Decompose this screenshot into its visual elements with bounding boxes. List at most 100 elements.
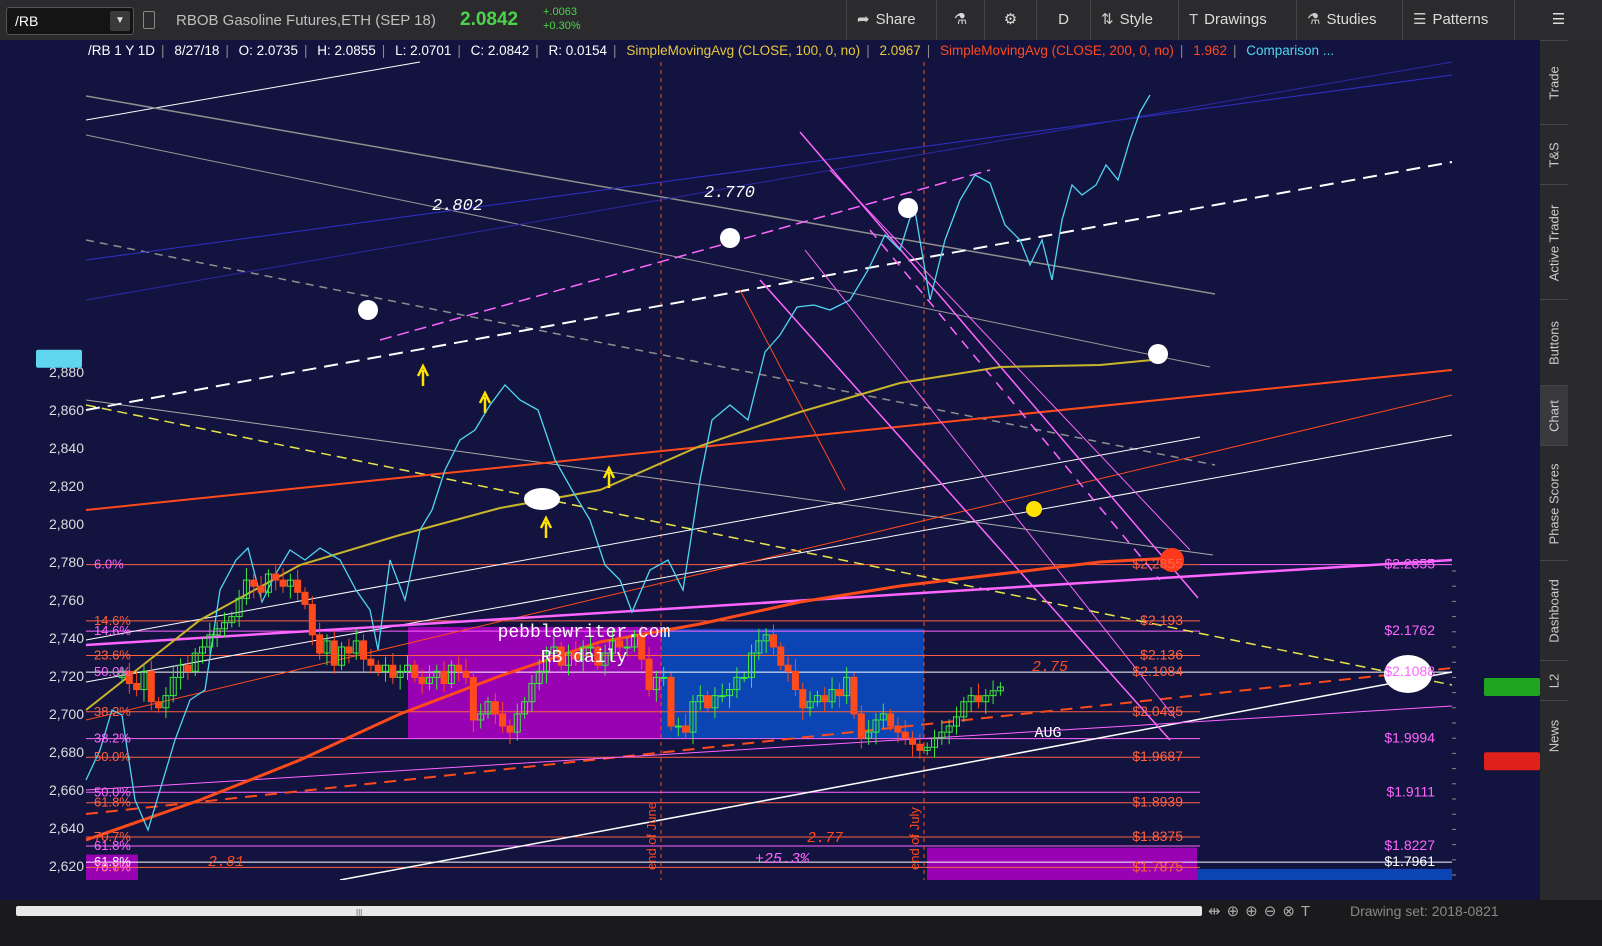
patterns-icon: ☰: [1413, 11, 1427, 28]
link-icon[interactable]: [143, 11, 155, 29]
fib-price-label: $1.8375: [1132, 828, 1183, 844]
settings-button[interactable]: ⚙: [984, 0, 1036, 40]
candle-bear: [184, 664, 192, 672]
candle-bear: [257, 585, 265, 593]
side-tab-label: Trade: [1546, 66, 1562, 100]
candle-bear: [682, 725, 690, 733]
end-of-july-label: end of July: [907, 807, 922, 870]
sma200-tag: [1484, 752, 1540, 771]
side-tab-news[interactable]: News: [1540, 700, 1568, 771]
left-axis-tick: 2,620: [49, 858, 84, 874]
period-button[interactable]: D: [1036, 0, 1090, 40]
candle-bear: [250, 579, 258, 587]
fib-pct-label: 23.6%: [94, 648, 131, 663]
comparison-tag: [36, 349, 82, 368]
left-axis-tick: 2,800: [49, 516, 84, 532]
symbol-description: RBOB Gasoline Futures,ETH (SEP 18): [176, 12, 436, 29]
toolbar: /RB ▼ RBOB Gasoline Futures,ETH (SEP 18)…: [0, 0, 1602, 41]
candle-bear: [418, 676, 426, 684]
side-tab-active-trader[interactable]: Active Trader: [1540, 184, 1568, 300]
zoom-out-icon[interactable]: ⊖: [1264, 903, 1283, 920]
zoom-controls[interactable]: ⇹⊕⊕⊖⊗T: [1208, 902, 1316, 920]
white-marker: [898, 198, 918, 218]
annotation-aug: AUG: [1034, 725, 1061, 742]
left-axis-tick: 2,640: [49, 820, 84, 836]
side-tab-l2[interactable]: L2: [1540, 660, 1568, 701]
chevron-down-icon[interactable]: ▼: [110, 11, 130, 31]
side-tab-trade[interactable]: Trade: [1540, 40, 1568, 125]
sma200-label[interactable]: SimpleMovingAvg (CLOSE, 200, 0, no): [940, 43, 1174, 58]
flask-button[interactable]: ⚗: [936, 0, 984, 40]
time-scrollbar[interactable]: |||: [16, 906, 1202, 917]
white-marker: [358, 300, 378, 320]
patterns-button[interactable]: ☰ Patterns: [1402, 0, 1514, 40]
side-tab-label: L2: [1546, 673, 1562, 689]
menu-button[interactable]: ☰: [1514, 0, 1602, 40]
fib-pct-label: 70.7%: [94, 859, 131, 874]
side-tab-dashboard[interactable]: Dashboard: [1540, 560, 1568, 661]
studies-label: Studies: [1326, 11, 1377, 28]
side-tab-label: Buttons: [1546, 320, 1562, 366]
style-button[interactable]: ⇅ Style: [1090, 0, 1178, 40]
fib-price-label: $1.8939: [1132, 794, 1183, 810]
side-tab-label: Active Trader: [1546, 204, 1562, 281]
zoom-reset-icon[interactable]: ⊗: [1282, 903, 1301, 920]
crosshair-icon[interactable]: ⊕: [1227, 903, 1246, 920]
fib-pct-label: 61.8%: [94, 838, 131, 853]
left-axis-tick: 2,740: [49, 630, 84, 646]
share-button[interactable]: ➦ Share: [846, 0, 936, 40]
side-tab-phase-scores[interactable]: Phase Scores: [1540, 445, 1568, 561]
candle-bear: [784, 664, 792, 672]
x-axis-bg: [0, 880, 1540, 900]
left-axis-tick: 2,660: [49, 782, 84, 798]
white-marker: [720, 228, 740, 248]
fib-pct-label: 6.0%: [94, 557, 124, 572]
drawing-set-label[interactable]: Drawing set: 2018-0821: [1350, 903, 1499, 919]
chart-area[interactable]: 6.0% $2.2855 $2.2855 14.6% $2.193 14.6% $2.176…: [0, 40, 1540, 900]
candle-bear: [308, 603, 316, 636]
fib-price-label: $2.193: [1140, 612, 1183, 628]
text-tool-icon[interactable]: T: [1301, 903, 1316, 920]
info-high: H: 2.0855: [317, 43, 376, 58]
style-icon: ⇅: [1101, 11, 1114, 28]
sma200-value: 1.962: [1193, 43, 1227, 58]
side-tab-t-s[interactable]: T&S: [1540, 124, 1568, 185]
candle-bear: [360, 640, 368, 660]
candle-bull: [660, 676, 668, 679]
sma100-label[interactable]: SimpleMovingAvg (CLOSE, 100, 0, no): [626, 43, 860, 58]
share-label: Share: [875, 11, 916, 28]
candle-bear: [799, 689, 807, 709]
left-axis-tick: 2,760: [49, 592, 84, 608]
fib-pct-label: 61.8%: [94, 795, 131, 810]
style-label: Style: [1119, 11, 1153, 28]
side-tab-buttons[interactable]: Buttons: [1540, 299, 1568, 386]
candle-bear: [835, 689, 843, 697]
left-axis-tick: 2,680: [49, 744, 84, 760]
fib-price-label: $2.0435: [1132, 703, 1183, 719]
candle-bear: [272, 573, 280, 581]
candle-bear: [791, 670, 799, 691]
comparison-label[interactable]: Comparison ...: [1246, 43, 1334, 58]
share-icon: ➦: [857, 11, 870, 28]
fib-pct-label: 14.6%: [94, 623, 131, 638]
side-tab-label: Dashboard: [1546, 579, 1562, 643]
studies-button[interactable]: ⚗ Studies: [1296, 0, 1402, 40]
side-tab-label: Phase Scores: [1546, 463, 1562, 544]
scroll-thumb[interactable]: |||: [356, 908, 362, 917]
candle-bull: [718, 695, 726, 698]
candle-bear: [916, 743, 924, 751]
fib-price-label: $1.9111: [1386, 783, 1435, 799]
chart-svg[interactable]: 6.0% $2.2855 $2.285514.6% $2.19314.6% $2.176…: [0, 40, 1540, 900]
symbol-selector[interactable]: /RB ▼: [6, 7, 134, 35]
candle-bear: [155, 701, 163, 709]
candle-bear: [704, 695, 712, 709]
fib-pct-label: 50.0%: [94, 749, 131, 764]
candle-bear: [440, 670, 448, 684]
zoom-in-icon[interactable]: ⊕: [1245, 903, 1264, 920]
drawings-button[interactable]: T Drawings: [1178, 0, 1296, 40]
candle-bear: [887, 713, 895, 727]
expand-icon[interactable]: ⇹: [1208, 903, 1227, 920]
side-tab-chart[interactable]: Chart: [1540, 385, 1568, 446]
candle-bull: [740, 676, 748, 679]
candle-bear: [850, 676, 858, 715]
